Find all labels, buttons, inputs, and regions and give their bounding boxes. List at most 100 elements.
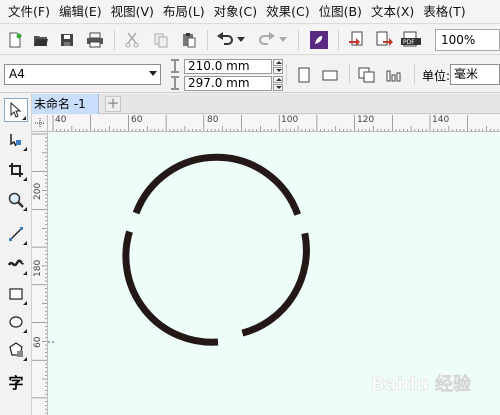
add-document-button[interactable]: + [105,96,121,112]
redo-dropdown[interactable] [278,29,288,51]
landscape-button[interactable] [319,64,341,86]
menu-bitmaps[interactable]: 位图(B) [310,0,362,24]
property-bar: A4 210.0 mm 297.0 mm 单位: 毫米 [0,56,500,93]
polygon-icon [9,342,23,357]
cut-button[interactable] [121,29,143,51]
freehand-tool-button[interactable] [4,222,28,246]
page-width-spinner[interactable] [273,58,283,74]
broken-circle-shape[interactable] [122,153,310,346]
print-icon [87,32,103,48]
menu-object[interactable]: 对象(C) [205,0,257,24]
open-button[interactable] [30,29,52,51]
menu-view[interactable]: 视图(V) [102,0,154,24]
drawing-surface: Baidu 经验 [48,153,472,395]
all-pages-button[interactable] [356,64,378,86]
new-document-button[interactable] [4,29,26,51]
redo-icon [259,32,275,45]
ruler-label: 200 [33,182,43,200]
app-launcher-icon [310,31,328,49]
menu-table[interactable]: 表格(T) [414,0,465,24]
zoom-level-field[interactable]: 100% [435,29,500,51]
cut-icon [125,32,139,48]
toolbox: 字 [0,94,32,415]
save-button[interactable] [56,29,78,51]
copy-icon [154,33,168,48]
paper-size-value: A4 [9,67,25,81]
menu-layout[interactable]: 布局(L) [154,0,205,24]
freehand-icon [9,227,23,241]
menu-effects[interactable]: 效果(C) [257,0,309,24]
page-width-field[interactable]: 210.0 mm [184,58,272,74]
page-height-field[interactable]: 297.0 mm [184,75,272,91]
ruler-label: 80 [207,115,219,125]
paper-size-select[interactable]: A4 [4,64,161,85]
magnifier-icon [8,192,24,208]
portrait-button[interactable] [293,64,315,86]
menu-file[interactable]: 文件(F) [0,0,50,24]
watermark-logo: Baidu 经验 [371,371,472,395]
height-icon [168,76,182,90]
zoom-tool-button[interactable] [4,188,28,212]
text-tool-button[interactable]: 字 [4,370,28,394]
unit-select[interactable]: 毫米 [450,64,500,85]
ellipse-icon [9,316,23,328]
undo-button[interactable] [214,29,236,51]
ruler-label: 40 [55,115,67,125]
open-icon [34,36,48,46]
landscape-icon [322,70,338,81]
menu-text[interactable]: 文本(X) [362,0,414,24]
pick-tool-button[interactable] [4,98,28,122]
export-button[interactable] [373,29,395,51]
watermark-text: Baidu 经验 [371,373,472,395]
portrait-icon [298,67,310,83]
circle-arc-right[interactable] [241,232,310,337]
ruler-origin[interactable] [32,115,48,132]
crop-icon [9,163,23,177]
current-page-button[interactable] [383,64,405,86]
paste-button[interactable] [178,29,200,51]
ellipse-tool-button[interactable] [4,310,28,334]
import-button[interactable] [346,29,368,51]
shape-edit-icon [10,134,21,147]
menu-bar: 文件(F) 编辑(E) 视图(V) 布局(L) 对象(C) 效果(C) 位图(B… [0,0,500,24]
publish-pdf-icon: PDF [401,31,421,47]
document-tab[interactable]: 未命名 -1 [32,94,99,114]
paste-icon [183,33,196,48]
page-height-spinner[interactable] [273,75,283,91]
rectangle-tool-button[interactable] [4,282,28,306]
new-icon [9,32,22,48]
undo-dropdown[interactable] [236,29,246,51]
chevron-down-icon [237,37,245,42]
svg-text:PDF: PDF [403,39,415,46]
crop-tool-button[interactable] [4,158,28,182]
standard-toolbar: PDF 100% [0,25,500,55]
artistic-media-icon [8,259,24,267]
export-icon [376,31,393,46]
application-launcher-button[interactable] [308,29,330,51]
save-icon [61,34,73,46]
page-height-row: 297.0 mm [168,75,283,91]
print-button[interactable] [84,29,106,51]
rectangle-icon [9,288,23,300]
polygon-tool-button[interactable] [4,338,28,362]
circle-arc-top[interactable] [132,153,301,216]
artistic-media-tool-button[interactable] [4,252,28,276]
all-pages-icon [358,67,375,83]
chevron-down-icon [149,71,157,76]
unit-label: 单位: [422,69,451,83]
drawing-canvas[interactable]: Baidu 经验 [48,132,500,415]
circle-arc-left[interactable] [122,230,219,346]
redo-button[interactable] [256,29,278,51]
horizontal-ruler[interactable]: 40 60 80 100 120 140 [48,115,500,132]
vertical-ruler[interactable]: 200 180 60 [32,132,48,415]
menu-edit[interactable]: 编辑(E) [50,0,102,24]
shape-tool-button[interactable] [4,128,28,152]
ruler-label: 140 [432,115,450,125]
import-icon [349,31,363,46]
undo-icon [217,32,233,45]
ruler-label: 60 [131,115,143,125]
copy-button[interactable] [150,29,172,51]
ruler-label: 180 [33,259,43,277]
publish-pdf-button[interactable]: PDF [400,29,422,51]
chevron-down-icon [279,37,287,42]
